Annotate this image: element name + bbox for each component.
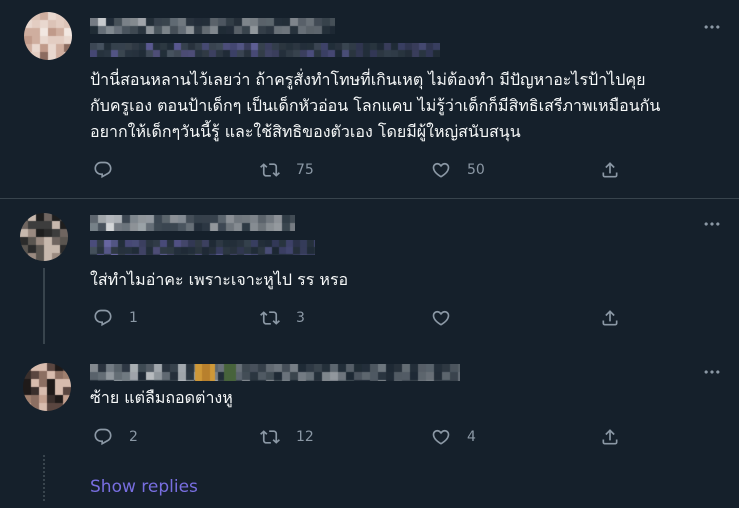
thread-continuation-dots [43, 455, 45, 501]
reply-button[interactable]: 2 [93, 427, 138, 447]
retweet-icon [260, 163, 280, 177]
tweet-actions: 2 12 4 [0, 427, 739, 447]
retweet-icon [260, 430, 280, 444]
avatar[interactable] [20, 213, 68, 261]
tweet-text-line: กับครูเอง ตอนป้าเด็กๆ เป็นเด็กหัวอ่อน โล… [90, 96, 661, 115]
retweet-button[interactable]: 3 [260, 308, 305, 328]
like-button[interactable] [431, 308, 467, 328]
share-button[interactable] [600, 308, 620, 328]
reply-icon [94, 428, 112, 446]
tweet-text: ใส่ทำไมอ่าคะ เพราะเจาะหูไป รร หรอ [90, 268, 730, 292]
tweet-text: ซ้าย แต่ลืมถอดต่างหู [90, 386, 730, 410]
more-icon [704, 370, 720, 374]
like-button[interactable]: 4 [431, 427, 476, 447]
retweet-button[interactable]: 12 [260, 427, 314, 447]
show-replies-link[interactable]: Show replies [90, 475, 198, 499]
retweet-icon [260, 311, 280, 325]
tweet-text-line: ใส่ทำไมอ่าคะ เพราะเจาะหูไป รร หรอ [90, 270, 349, 289]
like-count: 4 [467, 429, 476, 445]
tweet[interactable]: ใส่ทำไมอ่าคะ เพราะเจาะหูไป รร หรอ 1 3 [0, 199, 739, 349]
tweet-text-line: อยากให้เด็กๆวันนี้รู้ และใช้สิทธิของตัวเ… [90, 122, 521, 141]
author-name-redacted[interactable] [90, 215, 295, 231]
reply-icon [94, 161, 112, 179]
retweet-count: 3 [296, 310, 305, 326]
retweet-count: 12 [296, 429, 314, 445]
share-button[interactable] [600, 427, 620, 447]
heart-icon [432, 429, 450, 445]
tweet[interactable]: ซ้าย แต่ลืมถอดต่างหู 2 12 4 Show replies [0, 350, 739, 508]
author-handle-redacted [90, 240, 315, 255]
tweet[interactable]: ป้านี่สอนหลานไว้เลยว่า ถ้าครูสั่งทำโทษที… [0, 0, 739, 198]
tweet-actions: 1 3 [0, 308, 739, 328]
tweet-text: ป้านี่สอนหลานไว้เลยว่า ถ้าครูสั่งทำโทษที… [90, 67, 730, 145]
avatar[interactable] [23, 363, 71, 411]
more-options-button[interactable] [702, 214, 722, 234]
more-options-button[interactable] [702, 17, 722, 37]
retweet-button[interactable]: 75 [260, 160, 314, 180]
more-icon [704, 222, 720, 226]
author-handle-redacted [90, 43, 440, 57]
reply-button[interactable]: 1 [93, 308, 138, 328]
like-button[interactable]: 50 [431, 160, 485, 180]
reply-icon [94, 309, 112, 327]
heart-icon [432, 310, 450, 326]
author-name-redacted[interactable] [90, 18, 335, 34]
reply-button[interactable] [93, 160, 129, 180]
heart-icon [432, 162, 450, 178]
tweet-text-line: ป้านี่สอนหลานไว้เลยว่า ถ้าครูสั่งทำโทษที… [90, 70, 646, 89]
share-icon [602, 429, 618, 445]
tweet-text-line: ซ้าย แต่ลืมถอดต่างหู [90, 388, 233, 407]
author-name-redacted[interactable] [90, 364, 460, 381]
share-button[interactable] [600, 160, 620, 180]
share-icon [602, 162, 618, 178]
more-icon [704, 25, 720, 29]
reply-count: 1 [129, 310, 138, 326]
share-icon [602, 310, 618, 326]
thread-line [43, 268, 45, 344]
like-count: 50 [467, 162, 485, 178]
avatar[interactable] [24, 12, 72, 60]
reply-thread: ป้านี่สอนหลานไว้เลยว่า ถ้าครูสั่งทำโทษที… [0, 0, 739, 508]
retweet-count: 75 [296, 162, 314, 178]
tweet-actions: 75 50 [0, 160, 739, 180]
more-options-button[interactable] [702, 362, 722, 382]
reply-count: 2 [129, 429, 138, 445]
